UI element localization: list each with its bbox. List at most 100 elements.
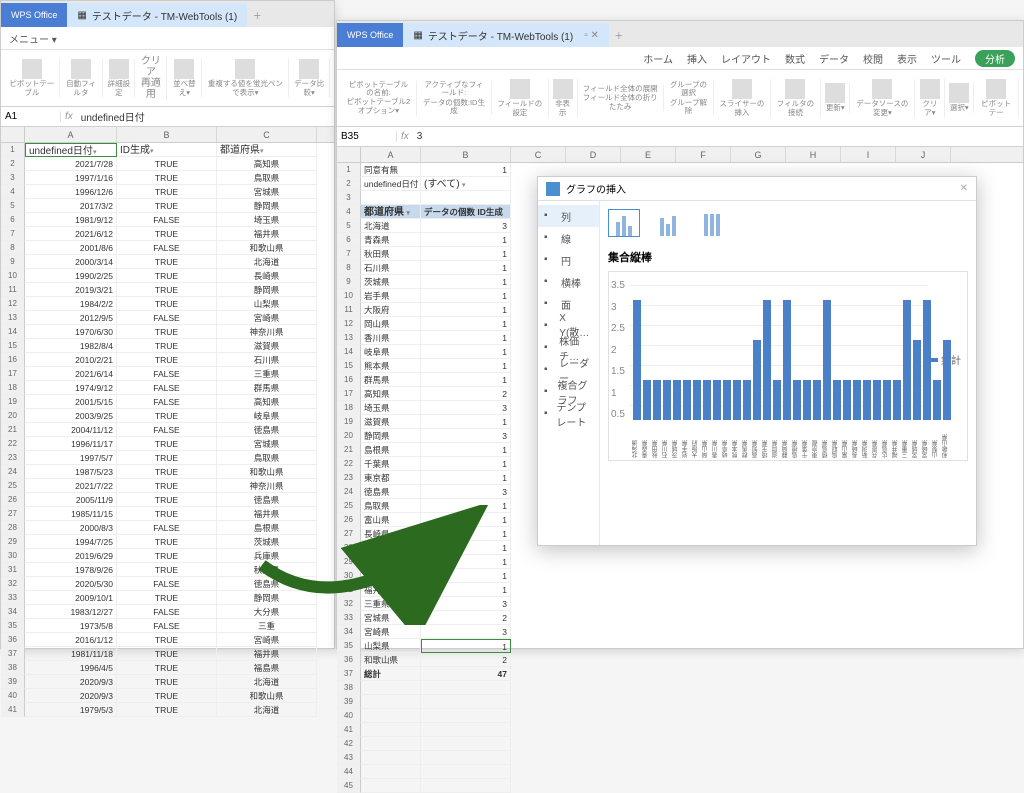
- cell[interactable]: TRUE: [117, 647, 217, 661]
- highlight-dup-btn[interactable]: 重複する値を蛍光ペンで表示▾: [202, 59, 289, 97]
- formula-val-1[interactable]: undefined日付: [77, 109, 149, 124]
- cell[interactable]: 徳島県: [217, 423, 317, 437]
- cell[interactable]: 山梨県: [361, 639, 421, 653]
- cell[interactable]: TRUE: [117, 535, 217, 549]
- row-num[interactable]: 9: [1, 255, 25, 269]
- row-num[interactable]: 16: [337, 373, 361, 387]
- row-num[interactable]: 33: [1, 591, 25, 605]
- cell[interactable]: 1982/8/4: [25, 339, 117, 353]
- cell-B1-2[interactable]: 1: [421, 163, 511, 177]
- cell[interactable]: FALSE: [117, 619, 217, 633]
- row-num[interactable]: 16: [1, 353, 25, 367]
- app-tab[interactable]: WPS Office: [1, 3, 67, 27]
- cell[interactable]: FALSE: [117, 605, 217, 619]
- cell[interactable]: 1: [421, 639, 511, 653]
- row-num[interactable]: 27: [1, 507, 25, 521]
- cell[interactable]: 三重県: [217, 367, 317, 381]
- row-num[interactable]: 26: [1, 493, 25, 507]
- cell[interactable]: 2021/6/14: [25, 367, 117, 381]
- cell[interactable]: 徳島県: [361, 485, 421, 499]
- chart-cat-0[interactable]: ▪列: [538, 205, 599, 227]
- col-B-1[interactable]: B: [117, 127, 217, 142]
- col-A-1[interactable]: A: [25, 127, 117, 142]
- source-btn[interactable]: データソースの変更▾: [850, 79, 915, 117]
- cell[interactable]: 秋田県: [217, 563, 317, 577]
- cell[interactable]: 2000/8/3: [25, 521, 117, 535]
- cell[interactable]: 神奈川県: [217, 479, 317, 493]
- cell[interactable]: 2004/11/12: [25, 423, 117, 437]
- cell[interactable]: TRUE: [117, 255, 217, 269]
- compare-btn[interactable]: データ比較▾: [289, 59, 330, 97]
- hide-btn[interactable]: 非表示: [549, 79, 578, 117]
- cell[interactable]: 長崎県: [361, 527, 421, 541]
- row-num[interactable]: 19: [1, 395, 25, 409]
- cell[interactable]: 2: [421, 387, 511, 401]
- row-num[interactable]: 25: [1, 479, 25, 493]
- cell[interactable]: 北海道: [217, 255, 317, 269]
- cell[interactable]: 1: [421, 373, 511, 387]
- cell[interactable]: 1: [421, 359, 511, 373]
- cell[interactable]: 1983/12/27: [25, 605, 117, 619]
- cell[interactable]: 1: [421, 415, 511, 429]
- row-num[interactable]: 10: [1, 269, 25, 283]
- cell[interactable]: 2017/3/2: [25, 199, 117, 213]
- cell[interactable]: 1: [421, 261, 511, 275]
- cell[interactable]: 1: [421, 499, 511, 513]
- cell[interactable]: 埼玉県: [217, 213, 317, 227]
- row-num[interactable]: 10: [337, 289, 361, 303]
- row-num[interactable]: 21: [1, 423, 25, 437]
- row-num[interactable]: 14: [337, 345, 361, 359]
- menu-analysis[interactable]: 分析: [975, 50, 1015, 67]
- cell[interactable]: 宮崎県: [361, 625, 421, 639]
- col-B-2[interactable]: B: [421, 147, 511, 162]
- row-num[interactable]: 9: [337, 275, 361, 289]
- cell[interactable]: 2020/5/30: [25, 577, 117, 591]
- cell[interactable]: TRUE: [117, 437, 217, 451]
- cell[interactable]: TRUE: [117, 675, 217, 689]
- cell[interactable]: 三重: [217, 619, 317, 633]
- refresh-btn[interactable]: 更新▾: [821, 83, 850, 112]
- cell[interactable]: TRUE: [117, 451, 217, 465]
- cell[interactable]: 兵庫県: [361, 555, 421, 569]
- cell[interactable]: TRUE: [117, 465, 217, 479]
- cell[interactable]: 鳥取県: [217, 171, 317, 185]
- cell[interactable]: 香川県: [361, 331, 421, 345]
- row-num[interactable]: 17: [337, 387, 361, 401]
- subtype-100pct[interactable]: [696, 209, 728, 237]
- cell-A1[interactable]: undefined日付▾: [25, 143, 117, 157]
- cell[interactable]: 広島県: [361, 569, 421, 583]
- col-C-1[interactable]: C: [217, 127, 317, 142]
- row-num[interactable]: 29: [337, 555, 361, 569]
- cell[interactable]: FALSE: [117, 381, 217, 395]
- cell[interactable]: 徳島県: [217, 493, 317, 507]
- row-num[interactable]: 7: [1, 227, 25, 241]
- detail-btn[interactable]: 詳細設定: [103, 59, 135, 97]
- move-pivot-btn[interactable]: ピボットテー: [974, 79, 1019, 117]
- clear-btn[interactable]: クリア▾: [915, 79, 945, 117]
- cell[interactable]: 1997/1/16: [25, 171, 117, 185]
- cell[interactable]: 2021/6/12: [25, 227, 117, 241]
- cell[interactable]: 千葉県: [361, 457, 421, 471]
- row-num[interactable]: 36: [337, 653, 361, 667]
- row-num[interactable]: 3: [1, 171, 25, 185]
- cell[interactable]: 静岡県: [217, 199, 317, 213]
- cell[interactable]: 1973/5/8: [25, 619, 117, 633]
- name-box-2[interactable]: B35: [337, 131, 397, 142]
- pivot-rowhdr[interactable]: 都道府県 ▾: [361, 205, 421, 219]
- row-num[interactable]: 4: [1, 185, 25, 199]
- row-num[interactable]: 2: [1, 157, 25, 171]
- cell[interactable]: 1994/7/25: [25, 535, 117, 549]
- cell[interactable]: 宮城県: [361, 611, 421, 625]
- row-num[interactable]: 8: [337, 261, 361, 275]
- row-num[interactable]: 5: [1, 199, 25, 213]
- cell[interactable]: 宮城県: [217, 185, 317, 199]
- cell[interactable]: 福島県: [217, 661, 317, 675]
- cell[interactable]: FALSE: [117, 395, 217, 409]
- cell[interactable]: TRUE: [117, 549, 217, 563]
- cell[interactable]: 1: [421, 569, 511, 583]
- cell[interactable]: TRUE: [117, 661, 217, 675]
- cell-C1[interactable]: 都道府県▾: [217, 143, 317, 157]
- cell-B1[interactable]: ID生成▾: [117, 143, 217, 157]
- menu-view[interactable]: 表示: [897, 51, 917, 66]
- cell[interactable]: TRUE: [117, 353, 217, 367]
